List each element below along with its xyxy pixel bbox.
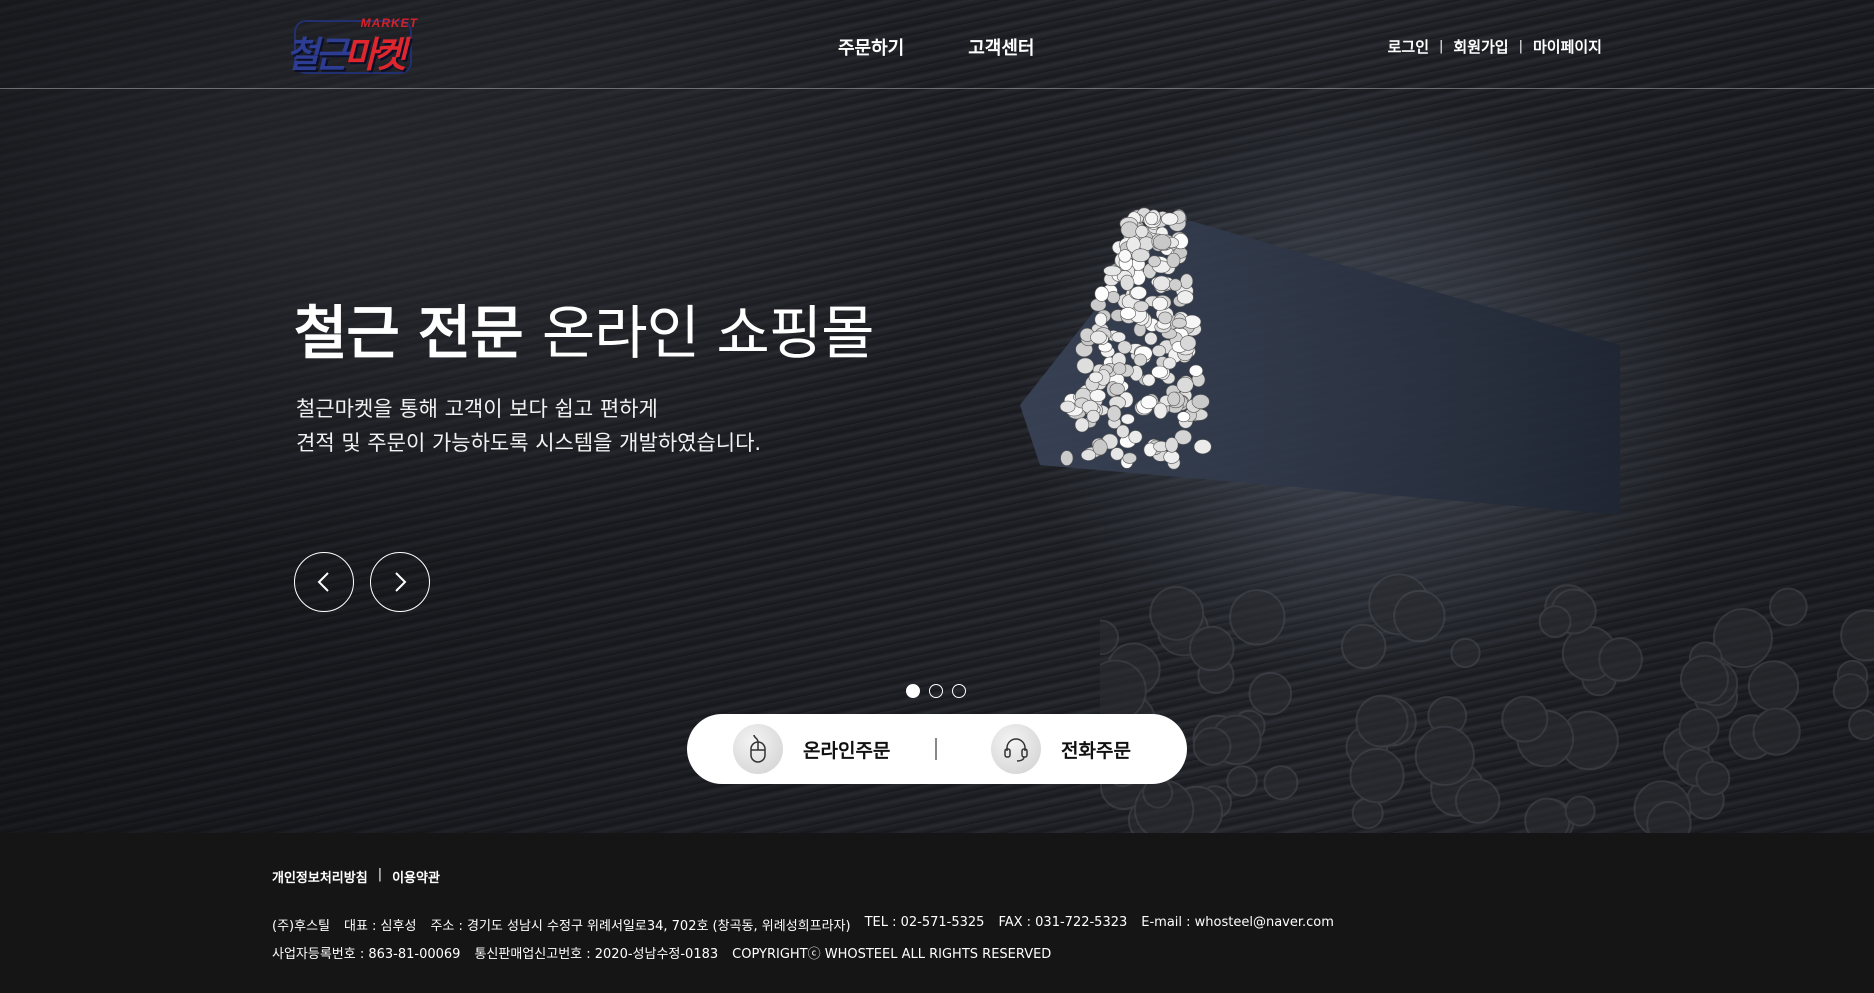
signup-link[interactable]: 회원가입 [1453, 36, 1508, 57]
online-order-button[interactable]: 온라인주문 [733, 724, 890, 774]
nav-item-order[interactable]: 주문하기 [838, 34, 904, 60]
slider-prev-button[interactable] [294, 552, 354, 612]
slider-dot-3[interactable] [952, 684, 966, 698]
business-reg-number: 사업자등록번호 : 863-81-00069 [272, 947, 461, 962]
hero-desc-line-2: 견적 및 주문이 가능하도록 시스템을 개발하였습니다. [296, 431, 762, 455]
site-footer: 개인정보처리방침 | 이용약관 (주)후스틸 대표 : 심후성 주소 : 경기도… [0, 833, 1874, 993]
company-tel: TEL : 02-571-5325 [864, 915, 985, 930]
privacy-policy-link[interactable]: 개인정보처리방침 [272, 867, 368, 886]
ecommerce-reg-number: 통신판매업신고번호 : 2020-성남수정-0183 [474, 947, 719, 962]
company-address: 주소 : 경기도 성남시 수정구 위례서일로34, 702호 (창곡동, 위례성… [430, 919, 851, 934]
slider-next-button[interactable] [370, 552, 430, 612]
rebar-pile-image [1100, 573, 1874, 833]
order-divider [935, 738, 937, 760]
logo-text-part-b: 마켓 [344, 35, 406, 76]
rebar-bundle-image [1020, 207, 1620, 515]
mouse-icon [733, 724, 783, 774]
hero-banner [0, 0, 1874, 833]
logo-text-part-a: 철근 [286, 35, 348, 76]
copyright: COPYRIGHTⓒ WHOSTEEL ALL RIGHTS RESERVED [732, 947, 1052, 962]
hero-title-strong: 철근 전문 [294, 299, 524, 367]
login-link[interactable]: 로그인 [1388, 36, 1429, 57]
utility-nav: 로그인 | 회원가입 | 마이페이지 [1388, 36, 1602, 57]
headset-icon [991, 724, 1041, 774]
hero-title: 철근 전문 온라인 쇼핑몰 [294, 286, 875, 370]
hero-description: 철근마켓을 통해 고객이 보다 쉽고 편하게 견적 및 주문이 가능하도록 시스… [296, 392, 761, 460]
footer-links: 개인정보처리방침 | 이용약관 [272, 867, 440, 886]
util-separator: | [1439, 39, 1444, 54]
phone-order-label: 전화주문 [1061, 739, 1131, 762]
online-order-label: 온라인주문 [803, 739, 891, 762]
mypage-link[interactable]: 마이페이지 [1533, 36, 1602, 57]
main-nav: 주문하기 고객센터 [838, 34, 1035, 60]
company-email: E-mail : whosteel@naver.com [1141, 915, 1334, 930]
company-fax: FAX : 031-722-5323 [998, 915, 1128, 930]
slider-dot-1[interactable] [906, 684, 920, 698]
site-logo[interactable]: MARKET 철근마켓 [286, 16, 422, 78]
company-ceo: 대표 : 심후성 [343, 919, 417, 934]
slider-dot-2[interactable] [929, 684, 943, 698]
phone-order-button[interactable]: 전화주문 [991, 724, 1131, 774]
logo-wordmark: 철근마켓 [286, 26, 407, 78]
hero-desc-line-1: 철근마켓을 통해 고객이 보다 쉽고 편하게 [296, 397, 658, 421]
slider-pagination [906, 684, 966, 698]
hero-title-light: 온라인 쇼핑몰 [541, 299, 875, 367]
chevron-left-icon [317, 572, 329, 592]
site-header: MARKET 철근마켓 주문하기 고객센터 로그인 | 회원가입 | 마이페이지 [0, 0, 1874, 89]
company-info-line-1: (주)후스틸 대표 : 심후성 주소 : 경기도 성남시 수정구 위례서일로34… [272, 915, 1334, 934]
company-info-line-2: 사업자등록번호 : 863-81-00069 통신판매업신고번호 : 2020-… [272, 943, 1051, 962]
company-name: (주)후스틸 [272, 919, 330, 934]
terms-link[interactable]: 이용약관 [392, 867, 440, 886]
nav-item-customer-center[interactable]: 고객센터 [968, 34, 1034, 60]
util-separator: | [1518, 39, 1523, 54]
order-bar: 온라인주문 전화주문 [687, 714, 1187, 784]
chevron-right-icon [395, 572, 407, 592]
footer-separator: | [377, 867, 383, 882]
